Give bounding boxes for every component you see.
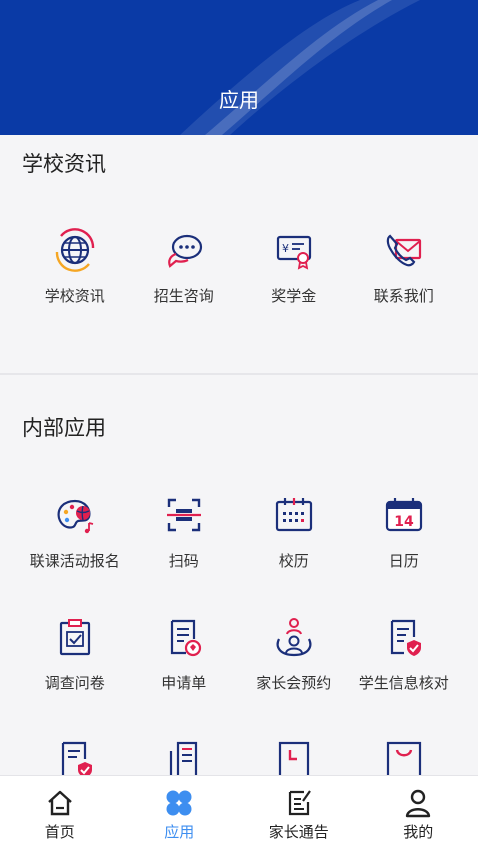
tile-partial-3[interactable] xyxy=(234,737,354,775)
apps-icon xyxy=(164,788,194,818)
home-icon xyxy=(45,788,75,818)
internal-row-2: 调查问卷 申请单 家长会预约 学生信息核对 xyxy=(0,615,478,725)
tile-partial-2[interactable] xyxy=(124,737,244,775)
tile-survey[interactable]: 调查问卷 xyxy=(15,615,135,725)
scan-icon xyxy=(162,493,206,537)
chat-bubble-icon xyxy=(162,228,206,272)
tile-school-news[interactable]: 学校资讯 xyxy=(15,228,135,338)
tile-label: 申请单 xyxy=(161,674,207,692)
tile-label: 奖学金 xyxy=(271,287,317,305)
verify-document-icon xyxy=(53,737,97,775)
app-header: 应用 xyxy=(0,0,478,135)
section-title-internal: 内部应用 xyxy=(22,416,106,440)
tab-label: 应用 xyxy=(164,823,195,841)
news-row: 学校资讯 招生咨询 ¥ 奖学金 联系我们 xyxy=(0,228,478,338)
clipboard-check-icon xyxy=(53,615,97,659)
tab-label: 首页 xyxy=(44,823,75,841)
tile-contact-us[interactable]: 联系我们 xyxy=(344,228,464,338)
tab-label: 家长通告 xyxy=(268,823,329,841)
tile-label: 扫码 xyxy=(168,552,199,570)
phone-mail-icon xyxy=(382,228,426,272)
internal-row-3-partial xyxy=(0,735,478,775)
tile-label: 联课活动报名 xyxy=(29,552,120,570)
tile-label: 校历 xyxy=(278,552,309,570)
tile-club-activity-signup[interactable]: 联课活动报名 xyxy=(15,493,135,603)
calendar-day-number: 14 xyxy=(394,514,414,530)
tile-admission-consult[interactable]: 招生咨询 xyxy=(124,228,244,338)
calendar-icon: 14 xyxy=(382,493,426,537)
shopping-bag-icon xyxy=(382,737,426,775)
tile-partial-4[interactable] xyxy=(344,737,464,775)
tile-label: 招生咨询 xyxy=(153,287,214,305)
tab-label: 我的 xyxy=(403,823,434,841)
application-form-icon xyxy=(162,615,206,659)
bookmark-doc-icon xyxy=(272,737,316,775)
tile-student-info-verify[interactable]: 学生信息核对 xyxy=(344,615,464,725)
tile-label: 联系我们 xyxy=(373,287,434,305)
certificate-icon: ¥ xyxy=(272,228,316,272)
verify-document-icon xyxy=(382,615,426,659)
school-calendar-icon xyxy=(272,493,316,537)
tab-home[interactable]: 首页 xyxy=(0,776,120,850)
notice-icon xyxy=(284,788,314,818)
tile-label: 调查问卷 xyxy=(44,674,105,692)
tile-scan[interactable]: 扫码 xyxy=(124,493,244,603)
document-list-icon xyxy=(162,737,206,775)
header-swoosh-decoration xyxy=(180,0,420,135)
bottom-tab-bar: 首页 应用 家长通告 我的 xyxy=(0,775,478,850)
tile-school-calendar[interactable]: 校历 xyxy=(234,493,354,603)
tile-label: 学校资讯 xyxy=(44,287,105,305)
tab-parent-notice[interactable]: 家长通告 xyxy=(239,776,359,850)
tile-label: 日历 xyxy=(388,552,419,570)
section-title-news: 学校资讯 xyxy=(22,152,106,176)
tile-partial-1[interactable] xyxy=(15,737,135,775)
tile-label: 家长会预约 xyxy=(256,674,332,692)
tile-parent-meeting-booking[interactable]: 家长会预约 xyxy=(234,615,354,725)
profile-icon xyxy=(403,788,433,818)
tile-label: 学生信息核对 xyxy=(358,674,449,692)
tile-calendar[interactable]: 14 日历 xyxy=(344,493,464,603)
page-title: 应用 xyxy=(219,88,259,112)
palette-ball-icon xyxy=(53,493,97,537)
tile-scholarship[interactable]: ¥ 奖学金 xyxy=(234,228,354,338)
internal-row-1: 联课活动报名 扫码 校历 14 日历 xyxy=(0,493,478,603)
section-divider xyxy=(0,373,478,375)
tile-application-form[interactable]: 申请单 xyxy=(124,615,244,725)
svg-text:¥: ¥ xyxy=(282,242,289,255)
tab-profile[interactable]: 我的 xyxy=(359,776,478,850)
parent-meeting-icon xyxy=(272,615,316,659)
tab-apps[interactable]: 应用 xyxy=(120,776,240,850)
globe-icon xyxy=(53,228,97,272)
